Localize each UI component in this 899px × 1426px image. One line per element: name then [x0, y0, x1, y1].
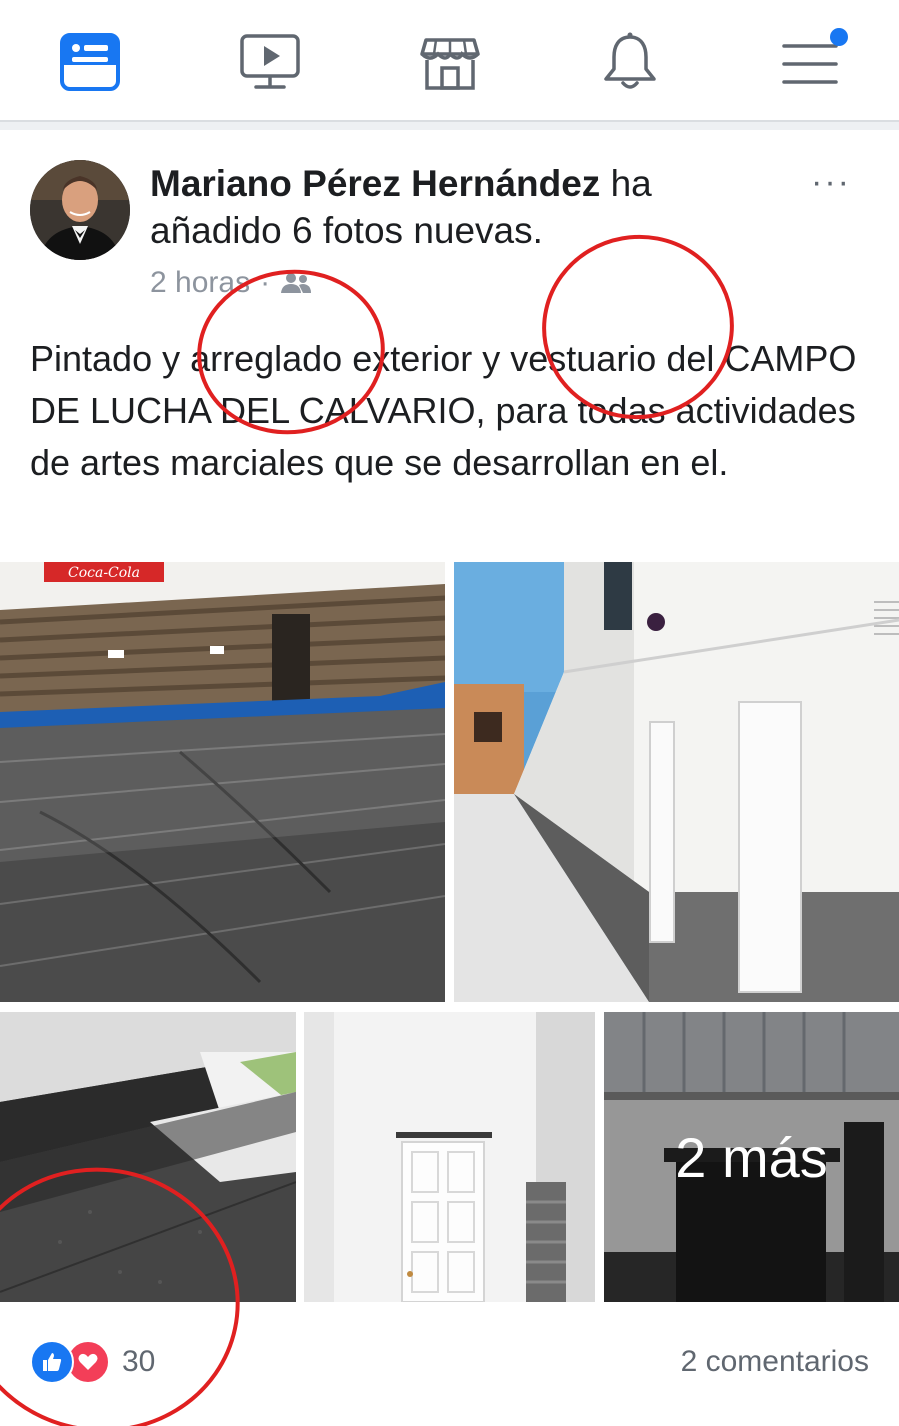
comments-count-link[interactable]: 2 comentarios [681, 1345, 869, 1379]
notifications-bell-icon [604, 32, 656, 89]
tab-news-feed[interactable] [50, 22, 130, 102]
post-timestamp[interactable]: 2 horas [150, 266, 250, 300]
top-navigation-bar [0, 0, 899, 122]
photo-exterior-wall[interactable] [454, 562, 899, 1002]
photo-more[interactable]: 2 más [604, 1012, 899, 1302]
friends-icon [281, 273, 312, 293]
reaction-count: 30 [122, 1345, 156, 1378]
more-options-button[interactable]: ··· [806, 165, 856, 199]
marketplace-icon [420, 38, 480, 90]
more-photos-overlay[interactable]: 2 más [604, 1012, 899, 1302]
feed-separator [0, 122, 899, 130]
post-text: Pintado y arreglado exterior y vestuario… [30, 338, 857, 483]
tab-notifications[interactable] [590, 22, 670, 102]
avatar[interactable] [30, 160, 130, 260]
author-name[interactable]: Mariano Pérez Hernández [150, 163, 600, 204]
post-header-text: Mariano Pérez Hernández ha añadido 6 fot… [150, 160, 790, 254]
photo-arena-mat[interactable]: Coca-Cola [0, 562, 445, 1002]
reactions-summary[interactable]: 30 [30, 1340, 155, 1384]
news-feed-icon [60, 33, 120, 91]
post-meta: 2 horas · [150, 266, 312, 300]
tab-marketplace[interactable] [410, 22, 490, 102]
watch-icon [240, 34, 300, 89]
tab-watch[interactable] [230, 22, 310, 102]
menu-notification-badge [830, 28, 848, 46]
like-icon [30, 1340, 74, 1384]
photo-door-stairs[interactable] [304, 1012, 595, 1302]
tab-menu[interactable] [770, 22, 850, 102]
coca-cola-sign: Coca-Cola [68, 565, 140, 581]
meta-separator: · [260, 266, 271, 299]
photo-corridor[interactable] [0, 1012, 296, 1302]
